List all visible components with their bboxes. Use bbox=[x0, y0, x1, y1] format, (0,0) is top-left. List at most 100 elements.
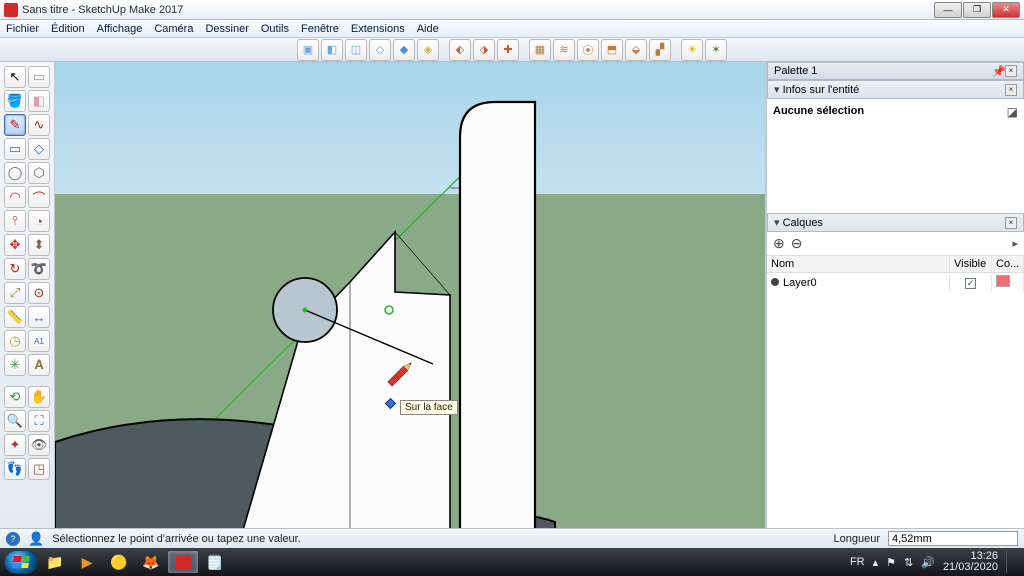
style-wire-icon[interactable]: ◫ bbox=[345, 39, 367, 61]
close-button[interactable]: ✕ bbox=[992, 2, 1020, 18]
freehand-icon[interactable]: ∿ bbox=[28, 114, 50, 136]
walk-icon[interactable]: 👣 bbox=[4, 458, 26, 480]
measure-input[interactable] bbox=[888, 531, 1018, 546]
scale-icon[interactable]: ⤢ bbox=[4, 282, 26, 304]
push-pull-icon[interactable]: ⬍ bbox=[28, 234, 50, 256]
follow-me-icon[interactable]: ➰ bbox=[28, 258, 50, 280]
protractor-icon[interactable]: ◷ bbox=[4, 330, 26, 352]
start-button[interactable] bbox=[4, 550, 38, 574]
entity-info-close-icon[interactable]: × bbox=[1005, 84, 1017, 96]
status-hint: Sélectionnez le point d'arrivée ou tapez… bbox=[52, 533, 825, 545]
dimension-icon[interactable]: ↔ bbox=[28, 306, 50, 328]
entity-info-selection: Aucune sélection bbox=[773, 105, 864, 117]
pushpin-icon[interactable]: 📌 bbox=[992, 65, 1002, 75]
select-tool-icon[interactable]: ↖ bbox=[4, 66, 26, 88]
3d-text-icon[interactable]: 𝐀 bbox=[28, 354, 50, 376]
sandbox-detail-icon[interactable]: ▞ bbox=[649, 39, 671, 61]
menu-tools[interactable]: Outils bbox=[261, 23, 289, 35]
layers-col-visible[interactable]: Visible bbox=[950, 256, 992, 272]
sandbox-from-contours-icon[interactable]: ≋ bbox=[553, 39, 575, 61]
style-hidden-icon[interactable]: ◇ bbox=[369, 39, 391, 61]
section-icon[interactable]: ◳ bbox=[28, 458, 50, 480]
show-desktop-button[interactable] bbox=[1006, 551, 1014, 573]
minimize-button[interactable]: — bbox=[934, 2, 962, 18]
line-tool-icon[interactable]: ✎ bbox=[4, 114, 26, 136]
taskbar-explorer-icon[interactable]: 📁 bbox=[40, 551, 70, 573]
2pt-arc-icon[interactable]: ⌒ bbox=[28, 186, 50, 208]
offset-icon[interactable]: ⊙ bbox=[28, 282, 50, 304]
sandbox-stamp-icon[interactable]: ⬒ bbox=[601, 39, 623, 61]
circle-icon[interactable]: ◯ bbox=[4, 162, 26, 184]
status-icon-help[interactable]: ? bbox=[6, 532, 20, 546]
look-around-icon[interactable]: 👁 bbox=[28, 434, 50, 456]
layer-row[interactable]: Layer0 ✓ bbox=[767, 273, 1024, 292]
3pt-arc-icon[interactable]: ⫯ bbox=[4, 210, 26, 232]
palette-close-icon[interactable]: × bbox=[1005, 65, 1017, 77]
menu-file[interactable]: Fichier bbox=[6, 23, 39, 35]
status-icon-person[interactable]: 👤 bbox=[28, 531, 44, 547]
tray-chevron-icon[interactable]: ▴ bbox=[873, 556, 879, 569]
eraser-icon[interactable]: ◧ bbox=[28, 90, 50, 112]
maximize-button[interactable]: ❐ bbox=[963, 2, 991, 18]
position-camera-icon[interactable]: ✦ bbox=[4, 434, 26, 456]
menu-extensions[interactable]: Extensions bbox=[351, 23, 405, 35]
make-component-icon[interactable]: ▭ bbox=[28, 66, 50, 88]
taskbar-notes-icon[interactable]: 🗒️ bbox=[200, 551, 230, 573]
layers-col-name[interactable]: Nom bbox=[767, 256, 950, 272]
layers-col-color[interactable]: Co... bbox=[992, 256, 1024, 272]
tray-lang[interactable]: FR bbox=[850, 556, 865, 568]
sun-icon[interactable]: ☀ bbox=[681, 39, 703, 61]
text-icon[interactable]: A1 bbox=[28, 330, 50, 352]
sandbox-smoove-icon[interactable]: ⦿ bbox=[577, 39, 599, 61]
scene-next-icon[interactable]: ⬗ bbox=[473, 39, 495, 61]
menu-help[interactable]: Aide bbox=[417, 23, 439, 35]
taskbar-chrome-icon[interactable]: 🟡 bbox=[104, 551, 134, 573]
style-shaded-textures-icon[interactable]: ▣ bbox=[297, 39, 319, 61]
tape-icon[interactable]: 📏 bbox=[4, 306, 26, 328]
style-shaded-icon[interactable]: ◧ bbox=[321, 39, 343, 61]
paint-bucket-icon[interactable]: 🪣 bbox=[4, 90, 26, 112]
layer-color-swatch[interactable] bbox=[996, 275, 1010, 287]
tray-volume-icon[interactable]: 🔊 bbox=[921, 556, 935, 569]
taskbar-sketchup-icon[interactable] bbox=[168, 551, 198, 573]
tray-network-icon[interactable]: ⇅ bbox=[904, 556, 913, 569]
pan-icon[interactable]: ✋ bbox=[28, 386, 50, 408]
entity-info-toggle-icon[interactable]: ◪ bbox=[1007, 105, 1018, 119]
orbit-icon[interactable]: ⟲ bbox=[4, 386, 26, 408]
palette-header[interactable]: Palette 1 📌× bbox=[767, 62, 1024, 80]
model-viewport[interactable]: Sur la face bbox=[55, 62, 766, 528]
layers-close-icon[interactable]: × bbox=[1005, 217, 1017, 229]
style-xray-icon[interactable]: ◈ bbox=[417, 39, 439, 61]
tray-clock[interactable]: 13:26 21/03/2020 bbox=[943, 551, 998, 573]
layers-menu-icon[interactable]: ▸ bbox=[1012, 237, 1018, 250]
scene-add-icon[interactable]: ✚ bbox=[497, 39, 519, 61]
style-monochrome-icon[interactable]: ◆ bbox=[393, 39, 415, 61]
layer-add-icon[interactable]: ⊕ bbox=[773, 235, 785, 252]
menu-window[interactable]: Fenêtre bbox=[301, 23, 339, 35]
rotated-rect-icon[interactable]: ◇ bbox=[28, 138, 50, 160]
layer-visible-checkbox[interactable]: ✓ bbox=[965, 278, 976, 289]
tray-flag-icon[interactable]: ⚑ bbox=[886, 556, 896, 569]
layer-remove-icon[interactable]: ⊖ bbox=[791, 235, 803, 252]
polygon-icon[interactable]: ⬡ bbox=[28, 162, 50, 184]
settings-icon[interactable]: ✶ bbox=[705, 39, 727, 61]
move-icon[interactable]: ✥ bbox=[4, 234, 26, 256]
taskbar-mediaplayer-icon[interactable]: ▶ bbox=[72, 551, 102, 573]
menu-camera[interactable]: Caméra bbox=[154, 23, 193, 35]
sandbox-from-scratch-icon[interactable]: ▦ bbox=[529, 39, 551, 61]
entity-info-header[interactable]: ▾ Infos sur l'entité × bbox=[767, 80, 1024, 99]
pie-icon[interactable]: ◔ bbox=[28, 210, 50, 232]
rectangle-icon[interactable]: ▭ bbox=[4, 138, 26, 160]
rotate-icon[interactable]: ↻ bbox=[4, 258, 26, 280]
zoom-extents-icon[interactable]: ⛶ bbox=[28, 410, 50, 432]
scene-prev-icon[interactable]: ⬖ bbox=[449, 39, 471, 61]
layers-header[interactable]: ▾ Calques × bbox=[767, 213, 1024, 232]
zoom-icon[interactable]: 🔍 bbox=[4, 410, 26, 432]
sandbox-drape-icon[interactable]: ⬙ bbox=[625, 39, 647, 61]
menu-draw[interactable]: Dessiner bbox=[205, 23, 248, 35]
arc-icon[interactable]: ◠ bbox=[4, 186, 26, 208]
menu-edit[interactable]: Édition bbox=[51, 23, 85, 35]
taskbar-firefox-icon[interactable]: 🦊 bbox=[136, 551, 166, 573]
axes-icon[interactable]: ✳ bbox=[4, 354, 26, 376]
menu-view[interactable]: Affichage bbox=[97, 23, 143, 35]
